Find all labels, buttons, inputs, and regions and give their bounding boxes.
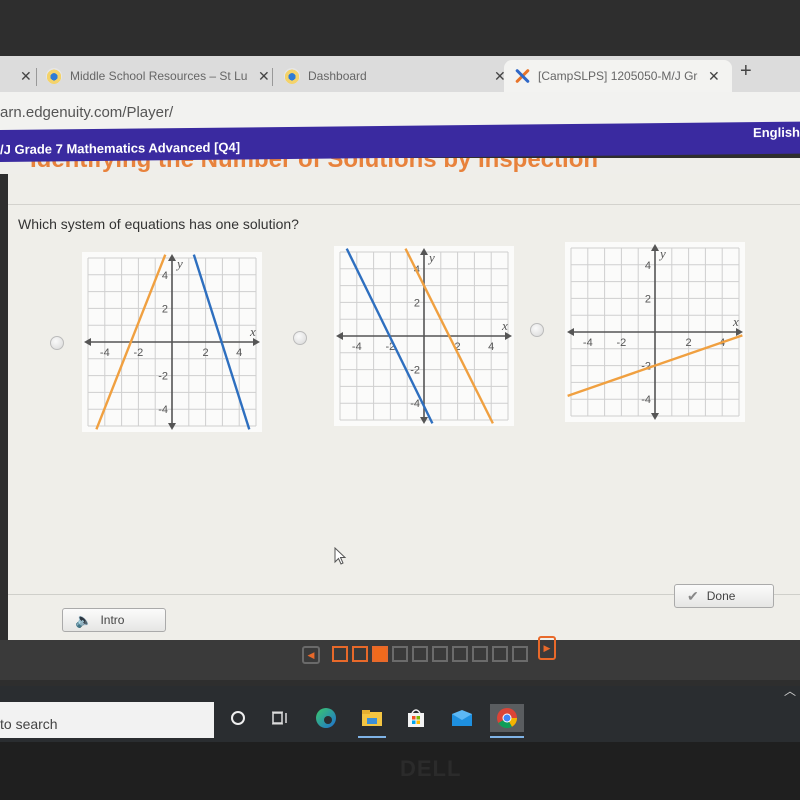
tab-separator xyxy=(272,68,273,86)
y-tick-label: -4 xyxy=(158,404,168,416)
file-explorer-icon[interactable] xyxy=(358,704,386,738)
x-tick-label: 2 xyxy=(203,347,209,359)
progress-page-box[interactable] xyxy=(452,646,468,662)
tab-separator xyxy=(36,68,37,86)
close-tab-icon[interactable]: ✕ xyxy=(258,68,270,85)
progress-page-box[interactable] xyxy=(492,646,508,662)
graph-choice-b: -4-22442-2-4xy xyxy=(334,246,514,426)
graph-choice-a: -4 -2 2 4 4 2 -2 -4 x y xyxy=(82,252,262,432)
chrome-icon[interactable] xyxy=(490,704,524,738)
x-tick-label: 2 xyxy=(686,337,692,349)
y-axis-label: y xyxy=(427,250,435,265)
done-button[interactable]: ✔ Done xyxy=(674,584,774,608)
tab-middle-school-resources[interactable]: Middle School Resources – St Lu ✕ xyxy=(46,60,270,92)
show-hidden-icons-chevron-icon[interactable]: ︿ xyxy=(784,682,796,699)
x-axis-label: x xyxy=(249,324,256,339)
progress-page-box[interactable] xyxy=(372,646,388,662)
x-tick-label: 4 xyxy=(488,341,494,353)
x-tick-label: -2 xyxy=(134,347,144,359)
progress-page-box[interactable] xyxy=(352,646,368,662)
x-tick-label: -4 xyxy=(100,347,110,359)
y-tick-label: -4 xyxy=(410,398,420,410)
monitor-bezel: DELL xyxy=(0,742,800,800)
intro-label: Intro xyxy=(100,613,125,627)
taskbar-search-box[interactable]: to search xyxy=(0,702,214,738)
url-text[interactable]: arn.edgenuity.com/Player/ xyxy=(0,104,173,121)
question-content: Which system of equations has one soluti… xyxy=(8,174,800,644)
language-button[interactable]: English xyxy=(753,125,800,140)
tab-label: Dashboard xyxy=(308,69,367,83)
school-favicon-icon xyxy=(284,68,300,84)
active-app-indicator xyxy=(490,736,524,738)
progress-page-box[interactable] xyxy=(332,646,348,662)
y-tick-label: 4 xyxy=(162,270,168,282)
edgenuity-favicon-icon xyxy=(514,68,530,84)
tab-previous[interactable]: ✕ xyxy=(10,60,32,92)
cortana-icon[interactable] xyxy=(224,704,252,732)
intro-button[interactable]: 🔈 Intro xyxy=(62,608,166,632)
course-title: /J Grade 7 Mathematics Advanced [Q4] xyxy=(0,139,241,157)
y-tick-label: -4 xyxy=(641,394,651,406)
windows-taskbar: to search ︿ xyxy=(0,684,800,742)
search-placeholder: to search xyxy=(0,716,58,732)
store-icon[interactable] xyxy=(402,704,430,732)
progress-page-box[interactable] xyxy=(432,646,448,662)
x-tick-label: -2 xyxy=(617,337,627,349)
y-tick-label: -2 xyxy=(410,365,420,377)
y-axis-label: y xyxy=(658,246,666,261)
mail-icon[interactable] xyxy=(448,704,476,732)
question-text: Which system of equations has one soluti… xyxy=(18,216,299,232)
progress-navigation: ◀ ▶ xyxy=(0,636,800,680)
progress-page-box[interactable] xyxy=(392,646,408,662)
tab-dashboard[interactable]: Dashboard ✕ xyxy=(284,60,506,92)
done-label: Done xyxy=(706,589,736,603)
radio-choice-a[interactable] xyxy=(50,336,64,350)
graph-choice-c: -4-22442-2-4xy xyxy=(565,242,745,422)
x-tick-label: -4 xyxy=(352,341,362,353)
browser-tab-strip: ✕ Middle School Resources – St Lu ✕ Dash… xyxy=(0,56,800,92)
edge-icon[interactable] xyxy=(312,704,340,732)
radio-choice-b[interactable] xyxy=(293,331,307,345)
dell-logo: DELL xyxy=(400,756,462,781)
arrow-right-icon: ▶ xyxy=(543,642,551,653)
previous-page-button[interactable]: ◀ xyxy=(302,646,320,664)
school-favicon-icon xyxy=(46,68,62,84)
progress-page-box[interactable] xyxy=(472,646,488,662)
close-tab-icon[interactable]: ✕ xyxy=(708,68,720,85)
x-axis-label: x xyxy=(732,314,739,329)
active-app-indicator xyxy=(358,736,386,738)
tab-label: [CampSLPS] 1205050-M/J Grade xyxy=(538,69,698,83)
progress-page-box[interactable] xyxy=(512,646,528,662)
x-tick-label: -4 xyxy=(583,337,593,349)
checkmark-icon: ✔ xyxy=(687,587,699,604)
close-tab-icon[interactable]: ✕ xyxy=(20,68,32,85)
y-tick-label: 2 xyxy=(645,293,651,305)
tab-campslps-active[interactable]: [CampSLPS] 1205050-M/J Grade ✕ xyxy=(504,60,732,92)
arrow-left-icon: ◀ xyxy=(307,649,315,660)
y-tick-label: -2 xyxy=(158,371,168,383)
task-view-icon[interactable] xyxy=(266,704,294,732)
y-tick-label: 2 xyxy=(162,303,168,315)
new-tab-button[interactable]: + xyxy=(740,60,752,83)
mouse-cursor-icon xyxy=(334,547,347,565)
speaker-icon: 🔈 xyxy=(75,611,93,628)
tab-label: Middle School Resources – St Lu xyxy=(70,69,248,83)
next-page-button[interactable]: ▶ xyxy=(538,636,556,660)
x-tick-label: 4 xyxy=(236,347,242,359)
y-tick-label: 4 xyxy=(645,260,651,272)
divider xyxy=(8,204,800,205)
screen: ✕ Middle School Resources – St Lu ✕ Dash… xyxy=(0,0,800,800)
radio-choice-c[interactable] xyxy=(530,323,544,337)
y-axis-label: y xyxy=(175,256,183,271)
progress-page-box[interactable] xyxy=(412,646,428,662)
x-axis-label: x xyxy=(501,318,508,333)
y-tick-label: 2 xyxy=(414,297,420,309)
